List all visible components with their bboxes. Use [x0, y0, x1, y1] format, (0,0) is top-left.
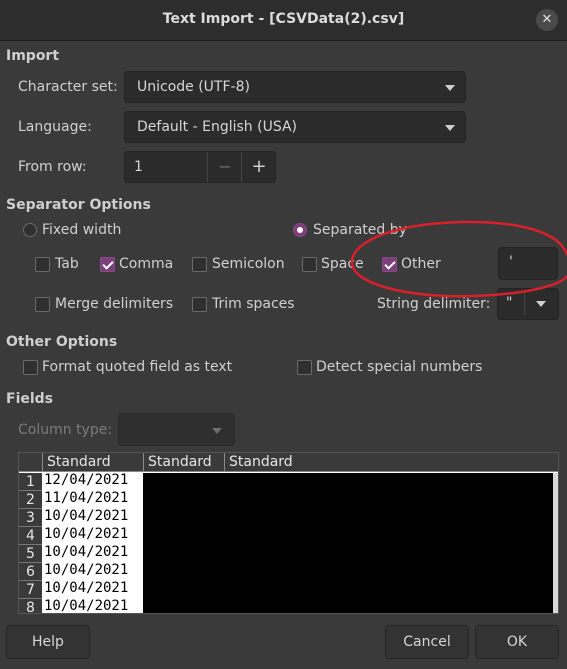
space-label: Space	[321, 256, 364, 272]
redacted-area	[143, 473, 553, 613]
increment-button[interactable]: +	[241, 152, 276, 182]
detect-special-checkbox[interactable]	[297, 360, 312, 375]
row-number: 7	[19, 581, 42, 599]
table-cell[interactable]: 10/04/2021	[42, 525, 143, 543]
row-number: 1	[19, 473, 42, 491]
table-cell[interactable]: 12/04/2021	[42, 471, 143, 489]
other-label: Other	[401, 256, 441, 272]
table-cell[interactable]: 10/04/2021	[42, 507, 143, 525]
fromrow-stepper[interactable]: 1 − +	[124, 151, 276, 183]
ok-button[interactable]: OK	[475, 625, 559, 659]
charset-label: Character set:	[18, 79, 118, 95]
format-quoted-checkbox[interactable]	[23, 360, 38, 375]
chevron-down-icon	[445, 85, 455, 91]
divider	[524, 293, 525, 315]
column-header[interactable]: Standard	[42, 453, 143, 471]
fixed-width-radio[interactable]	[23, 223, 37, 237]
import-section-title: Import	[6, 48, 60, 64]
trim-spaces-label: Trim spaces	[212, 296, 295, 312]
chevron-down-icon	[536, 301, 546, 307]
column-header[interactable]: Standard	[143, 453, 224, 471]
title-bar: Text Import - [CSVData(2).csv] ✕	[0, 0, 567, 41]
vertical-scrollbar[interactable]	[553, 473, 558, 613]
row-number: 4	[19, 527, 42, 545]
merge-delimiters-label: Merge delimiters	[55, 296, 174, 312]
table-cell[interactable]: 10/04/2021	[42, 561, 143, 579]
tab-checkbox[interactable]	[35, 257, 50, 272]
merge-delimiters-checkbox[interactable]	[35, 297, 50, 312]
chevron-down-icon	[445, 125, 455, 131]
semicolon-checkbox[interactable]	[192, 257, 207, 272]
string-delimiter-select[interactable]: "	[497, 288, 559, 320]
charset-select[interactable]: Unicode (UTF-8)	[124, 71, 466, 103]
table-cell[interactable]: 11/04/2021	[42, 489, 143, 507]
other-separator-value: '	[509, 254, 513, 270]
separator-section-title: Separator Options	[6, 197, 151, 213]
row-number: 3	[19, 509, 42, 527]
row-number: 6	[19, 563, 42, 581]
column-type-select[interactable]	[118, 413, 235, 446]
row-number: 2	[19, 491, 42, 509]
separated-by-radio[interactable]	[293, 223, 307, 237]
grid-header: Standard Standard Standard	[19, 453, 558, 472]
preview-grid[interactable]: Standard Standard Standard 1 12/04/2021 …	[18, 452, 559, 614]
fromrow-value[interactable]: 1	[134, 159, 143, 175]
separated-by-label: Separated by	[313, 222, 407, 238]
window-title: Text Import - [CSVData(2).csv]	[162, 11, 405, 27]
decrement-button[interactable]: −	[207, 152, 242, 182]
table-cell[interactable]: 10/04/2021	[42, 543, 143, 561]
space-checkbox[interactable]	[302, 257, 317, 272]
string-delimiter-label: String delimiter:	[377, 296, 491, 312]
close-button[interactable]: ✕	[536, 9, 558, 31]
comma-label: Comma	[119, 256, 174, 272]
semicolon-label: Semicolon	[212, 256, 285, 272]
table-cell[interactable]: 10/04/2021	[42, 579, 143, 597]
trim-spaces-checkbox[interactable]	[192, 297, 207, 312]
row-number: 8	[19, 599, 42, 613]
chevron-down-icon	[212, 428, 222, 434]
close-icon: ✕	[541, 12, 553, 27]
language-label: Language:	[18, 119, 92, 135]
fromrow-label: From row:	[18, 159, 87, 175]
detect-special-label: Detect special numbers	[316, 359, 483, 375]
format-quoted-label: Format quoted field as text	[42, 359, 233, 375]
help-button[interactable]: Help	[6, 625, 90, 659]
cancel-button[interactable]: Cancel	[385, 625, 469, 659]
fixed-width-label: Fixed width	[42, 222, 122, 238]
row-number: 5	[19, 545, 42, 563]
string-delimiter-value: "	[506, 295, 513, 311]
tab-label: Tab	[55, 256, 79, 272]
other-separator-input[interactable]: '	[498, 247, 558, 280]
language-select[interactable]: Default - English (USA)	[124, 111, 466, 143]
charset-value: Unicode (UTF-8)	[137, 79, 250, 95]
comma-checkbox[interactable]	[100, 257, 115, 272]
fields-section-title: Fields	[6, 391, 54, 407]
table-cell[interactable]: 10/04/2021	[42, 597, 143, 613]
column-header[interactable]: Standard	[224, 453, 558, 471]
other-options-section-title: Other Options	[6, 334, 118, 350]
column-type-label: Column type:	[18, 422, 113, 438]
language-value: Default - English (USA)	[137, 119, 298, 135]
other-checkbox[interactable]	[382, 257, 397, 272]
